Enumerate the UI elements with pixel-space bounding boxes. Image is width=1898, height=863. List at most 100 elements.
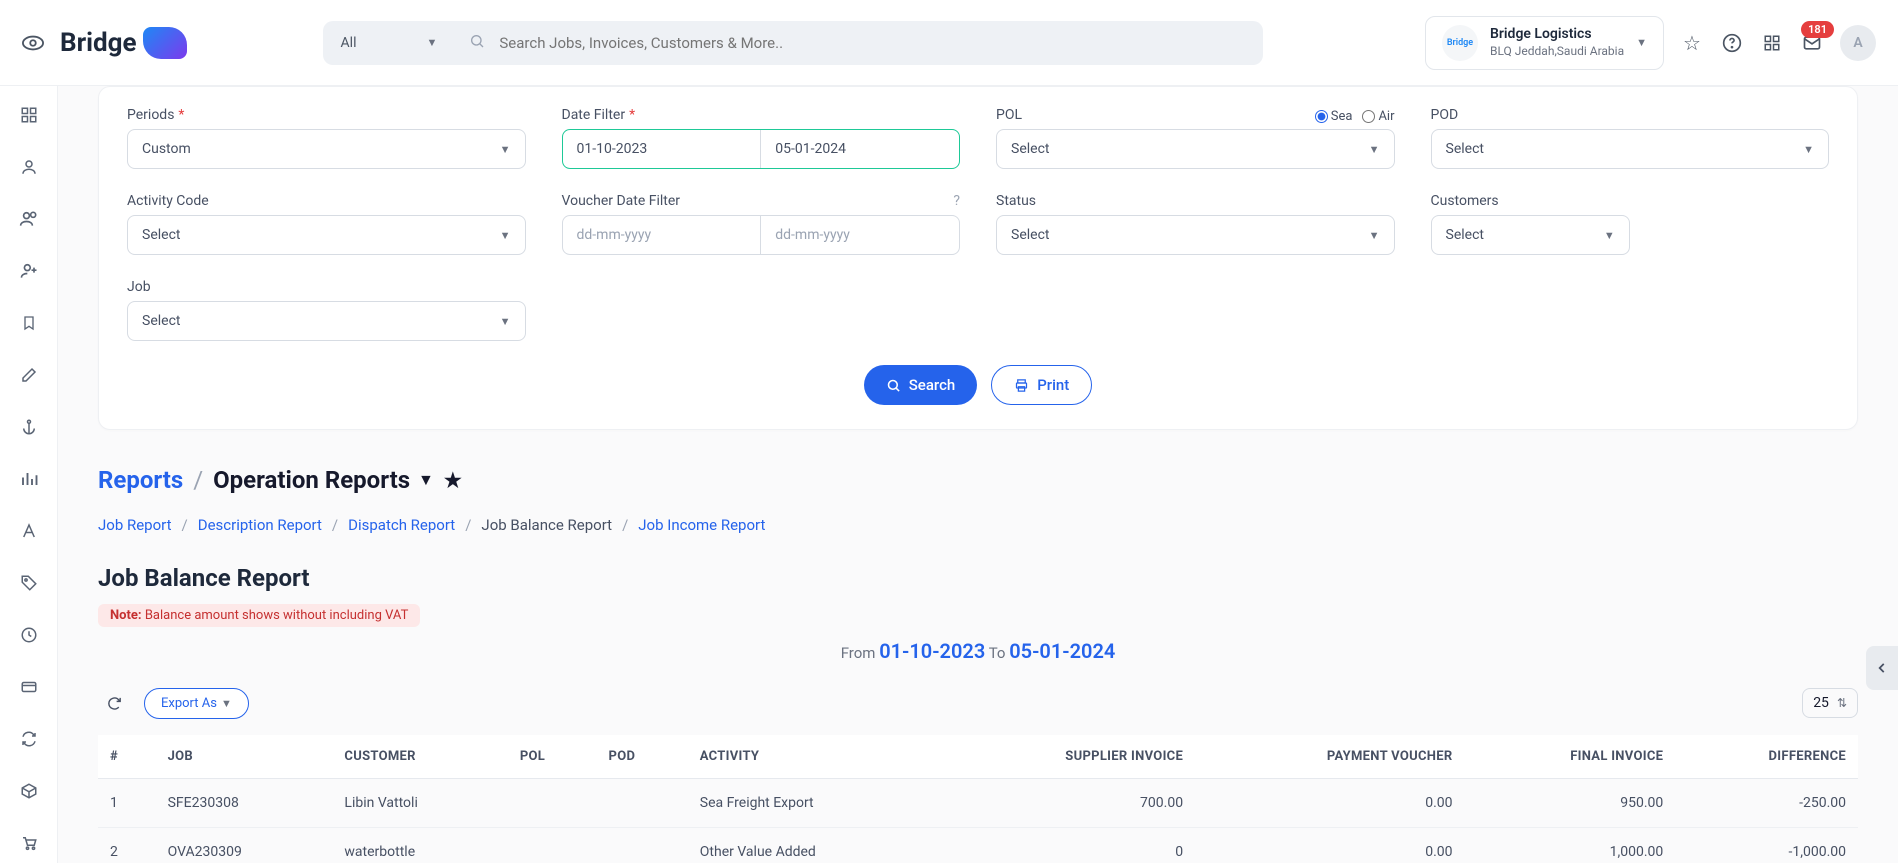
search-input[interactable]: [485, 34, 1262, 52]
caret-down-icon: ▼: [221, 697, 232, 710]
collapse-panel-icon[interactable]: [1866, 646, 1898, 690]
status-select[interactable]: Select▼: [996, 215, 1395, 255]
sort-icon: ⇅: [1837, 696, 1847, 710]
tag-icon[interactable]: [18, 572, 40, 594]
tab-dispatch-report[interactable]: Dispatch Report: [348, 516, 455, 534]
star-icon[interactable]: ☆: [1680, 31, 1704, 55]
sea-radio[interactable]: Sea: [1315, 109, 1353, 124]
company-logo-icon: Bridge: [1442, 25, 1478, 61]
col-supplier-invoice[interactable]: SUPPLIER INVOICE: [940, 735, 1195, 779]
pod-label: POD: [1431, 107, 1459, 123]
status-field: Status Select▼: [996, 193, 1395, 255]
logo-text: Bridge: [60, 28, 137, 58]
menu-toggle-icon[interactable]: [22, 32, 44, 54]
job-value: Select: [142, 313, 180, 329]
global-search: All ▼: [323, 21, 1263, 65]
caret-down-icon: ▼: [500, 229, 511, 242]
search-category-select[interactable]: All ▼: [323, 21, 456, 65]
date-filter-range: [562, 129, 961, 169]
customers-select[interactable]: Select▼: [1431, 215, 1630, 255]
col-activity[interactable]: ACTIVITY: [688, 735, 940, 779]
activity-select[interactable]: Select ▼: [127, 215, 526, 255]
export-dropdown[interactable]: Export As▼: [144, 688, 249, 719]
chart-icon[interactable]: [18, 468, 40, 490]
box-icon[interactable]: [18, 780, 40, 802]
search-button[interactable]: Search: [864, 365, 978, 405]
pod-select[interactable]: Select▼: [1431, 129, 1830, 169]
sync-icon[interactable]: [18, 728, 40, 750]
card-icon[interactable]: [18, 676, 40, 698]
customers-label: Customers: [1431, 193, 1499, 209]
date-to-input[interactable]: [761, 130, 959, 168]
brand-logo[interactable]: Bridge: [60, 27, 187, 59]
user-avatar[interactable]: A: [1840, 25, 1876, 61]
operation-reports-dropdown[interactable]: Operation Reports▼: [213, 466, 434, 494]
bookmark-icon[interactable]: [18, 312, 40, 334]
col-difference[interactable]: DIFFERENCE: [1675, 735, 1858, 779]
reports-link[interactable]: Reports: [98, 466, 183, 494]
dashboard-icon[interactable]: [18, 104, 40, 126]
mail-icon[interactable]: 181: [1800, 31, 1824, 55]
col-final-invoice[interactable]: FINAL INVOICE: [1465, 735, 1676, 779]
air-radio[interactable]: Air: [1362, 109, 1394, 124]
search-button-label: Search: [909, 376, 956, 394]
page-breadcrumb: Reports / Operation Reports▼ ★: [98, 466, 1858, 494]
text-icon[interactable]: [18, 520, 40, 542]
voucher-from-input[interactable]: [563, 216, 762, 254]
job-select[interactable]: Select▼: [127, 301, 526, 341]
caret-down-icon: ▼: [1369, 229, 1380, 242]
col-idx[interactable]: #: [98, 735, 156, 779]
activity-value: Select: [142, 227, 180, 243]
caret-down-icon: ▼: [418, 470, 434, 490]
date-filter-label: Date Filter: [562, 107, 626, 123]
print-button[interactable]: Print: [991, 365, 1092, 405]
refresh-button[interactable]: [98, 687, 130, 719]
tab-job-report[interactable]: Job Report: [98, 516, 172, 534]
pol-select[interactable]: Select▼: [996, 129, 1395, 169]
tab-job-income-report[interactable]: Job Income Report: [638, 516, 765, 534]
voucher-to-input[interactable]: [761, 216, 959, 254]
status-label: Status: [996, 193, 1036, 209]
favorite-star-icon[interactable]: ★: [444, 468, 462, 492]
voucher-date-range: [562, 215, 961, 255]
anchor-icon[interactable]: [18, 416, 40, 438]
caret-down-icon: ▼: [1636, 36, 1647, 49]
mail-badge: 181: [1801, 21, 1834, 38]
apps-icon[interactable]: [1760, 31, 1784, 55]
cart-icon[interactable]: [18, 832, 40, 854]
date-from-input[interactable]: [563, 130, 762, 168]
pod-field: POD Select▼: [1431, 107, 1830, 169]
help-icon[interactable]: [1720, 31, 1744, 55]
col-pol[interactable]: POL: [508, 735, 597, 779]
col-payment-voucher[interactable]: PAYMENT VOUCHER: [1195, 735, 1464, 779]
caret-down-icon: ▼: [1803, 143, 1814, 156]
note-label: Note:: [110, 608, 142, 623]
user-icon[interactable]: [18, 156, 40, 178]
sea-label: Sea: [1331, 109, 1353, 124]
user-plus-icon[interactable]: [18, 260, 40, 282]
caret-down-icon: ▼: [500, 143, 511, 156]
report-table: # JOB CUSTOMER POL POD ACTIVITY SUPPLIER…: [98, 735, 1858, 863]
tab-description-report[interactable]: Description Report: [198, 516, 322, 534]
col-job[interactable]: JOB: [156, 735, 333, 779]
tab-job-balance-report[interactable]: Job Balance Report: [481, 516, 612, 534]
table-row[interactable]: 1SFE230308Libin VattoliSea Freight Expor…: [98, 779, 1858, 828]
col-customer[interactable]: CUSTOMER: [332, 735, 507, 779]
company-switcher[interactable]: Bridge Bridge Logistics BLQ Jeddah,Saudi…: [1425, 16, 1664, 70]
main-content: Periods* Custom▼ Date Filter* POL Sea: [58, 86, 1898, 863]
top-header: Bridge All ▼ Bridge Bridge Logistics BLQ…: [0, 0, 1898, 86]
date-filter-field: Date Filter*: [562, 107, 961, 169]
clock-icon[interactable]: [18, 624, 40, 646]
edit-icon[interactable]: [18, 364, 40, 386]
from-label: From: [841, 644, 876, 662]
table-row[interactable]: 2OVA230309waterbottleOther Value Added00…: [98, 828, 1858, 863]
col-pod[interactable]: POD: [597, 735, 688, 779]
from-date: 01-10-2023: [879, 639, 985, 663]
users-icon[interactable]: [18, 208, 40, 230]
to-date: 05-01-2024: [1009, 639, 1115, 663]
periods-select[interactable]: Custom▼: [127, 129, 526, 169]
page-size-select[interactable]: 25⇅: [1802, 688, 1858, 718]
help-icon[interactable]: ?: [953, 193, 960, 209]
page-title: Job Balance Report: [98, 564, 1858, 592]
job-field: Job Select▼: [127, 279, 526, 341]
